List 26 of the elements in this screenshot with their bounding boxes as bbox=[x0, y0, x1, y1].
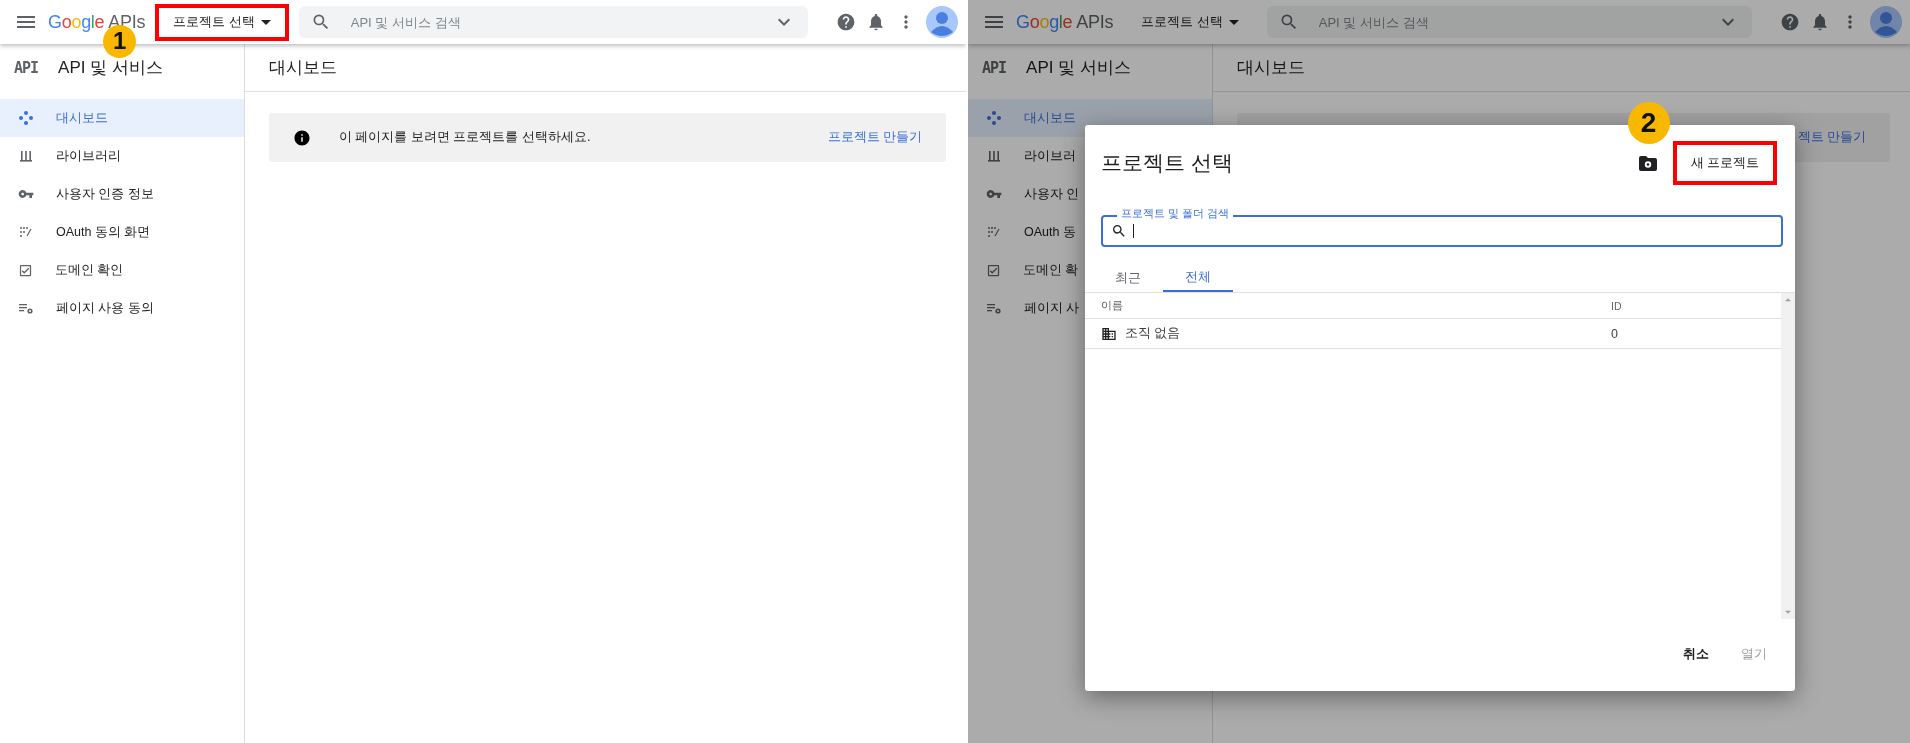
nav-label: 라이브러 bbox=[1024, 147, 1076, 165]
section-title: API 및 서비스 bbox=[1026, 57, 1131, 79]
api-logo: API bbox=[14, 58, 39, 77]
dialog-title: 프로젝트 선택 bbox=[1101, 150, 1234, 176]
nav-label: 대시보드 bbox=[1024, 109, 1076, 127]
nav-label: 도메인 확인 bbox=[55, 261, 124, 279]
nav-label: 페이지 사용 동의 bbox=[56, 299, 154, 317]
column-header: ID bbox=[1611, 299, 1623, 312]
section-title: API 및 서비스 bbox=[58, 57, 163, 79]
nav-label: 라이브러리 bbox=[56, 147, 121, 165]
nav-label: 대시보드 bbox=[56, 109, 108, 127]
table-cell-text: 0 bbox=[1611, 326, 1619, 341]
nav-label: OAuth 동의 화면 bbox=[56, 223, 151, 241]
step-number: 2 bbox=[1627, 102, 1670, 144]
page-title: 대시보드 bbox=[245, 44, 966, 92]
nav-label: OAuth 동 bbox=[1024, 223, 1076, 241]
page-title: 대시보드 bbox=[1213, 44, 1910, 92]
notice-text: 이 페이지를 보려면 프로젝트를 선택하세요. bbox=[339, 129, 592, 146]
column-header: 이름 bbox=[1101, 298, 1124, 313]
nav-label: 사용자 인 bbox=[1024, 185, 1080, 203]
api-logo: API bbox=[982, 58, 1007, 77]
nav-label: 페이지 사 bbox=[1024, 299, 1080, 317]
nav-label: 도메인 확 bbox=[1023, 261, 1079, 279]
nav-label: 사용자 인증 정보 bbox=[56, 185, 154, 203]
google-apis-logo: Google APIs bbox=[1016, 11, 1114, 33]
field-label: 프로젝트 및 폴더 검색 bbox=[1117, 207, 1233, 221]
